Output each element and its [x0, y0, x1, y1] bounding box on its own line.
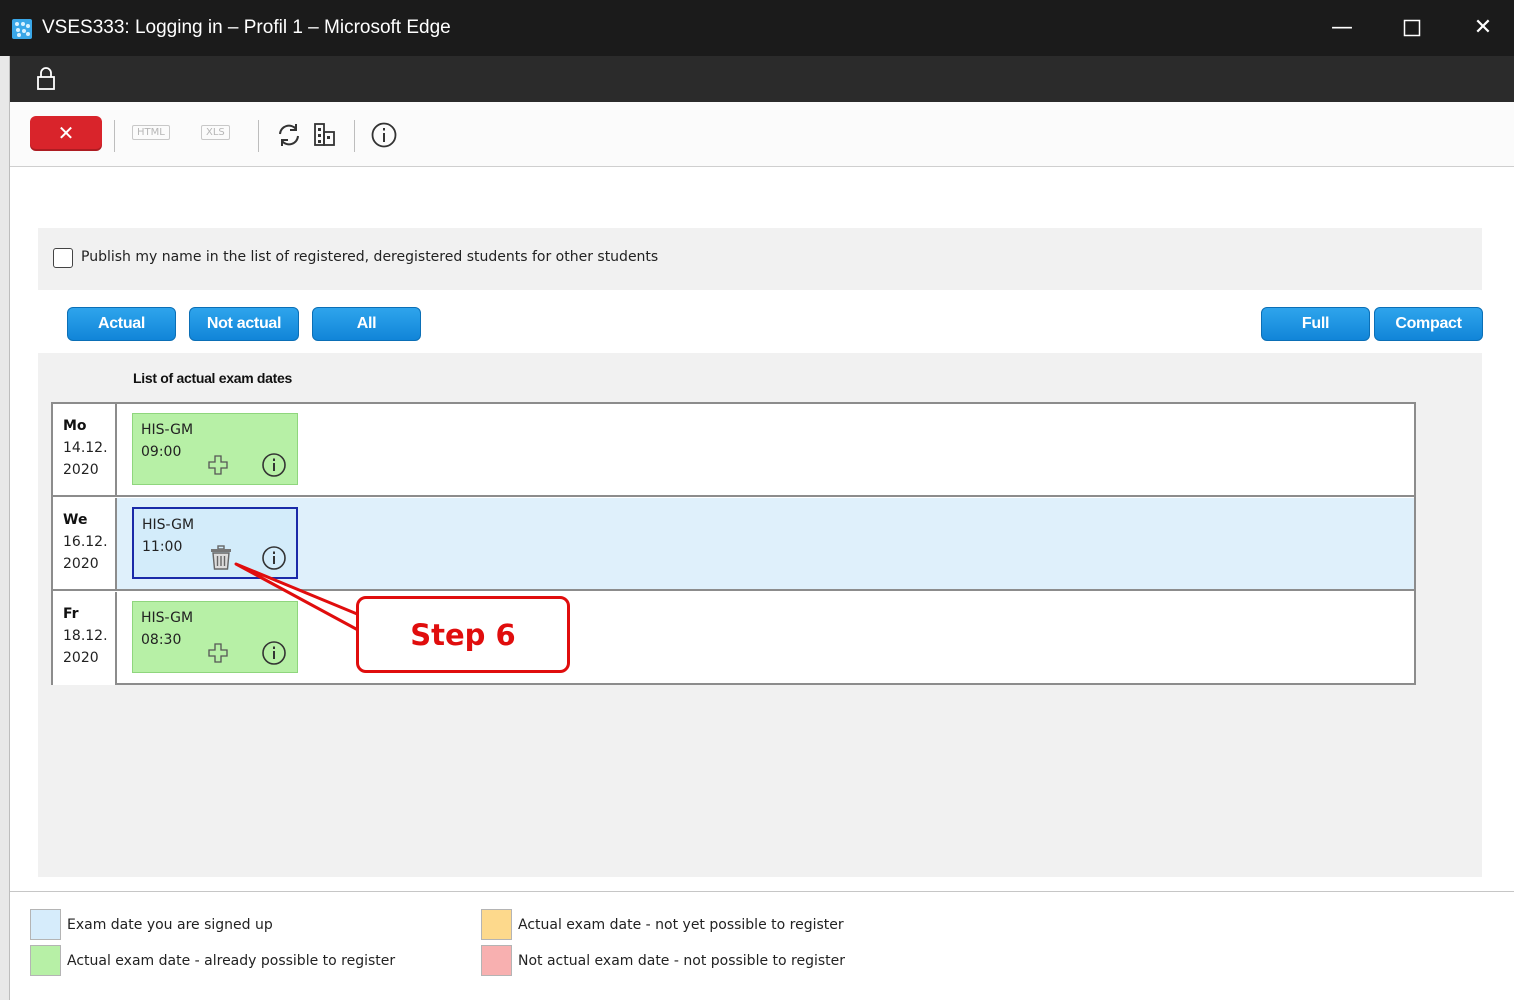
legend-swatch-signed-up	[30, 909, 61, 940]
publish-option: Publish my name in the list of registere…	[38, 228, 1482, 290]
info-icon[interactable]	[261, 640, 287, 666]
publish-label: Publish my name in the list of registere…	[81, 249, 659, 265]
legend-divider	[10, 891, 1514, 892]
exam-slot[interactable]: HIS-GM 09:00	[132, 413, 298, 485]
window-title: VSES333: Logging in – Profil 1 – Microso…	[42, 17, 451, 38]
publish-checkbox[interactable]	[53, 248, 73, 268]
exam-code: HIS-GM	[141, 610, 194, 626]
filter-actual-button[interactable]: Actual	[67, 307, 176, 341]
year: 2020	[63, 462, 99, 478]
legend-label: Exam date you are signed up	[67, 917, 273, 933]
address-bar	[10, 56, 1514, 102]
close-button[interactable]: ✕	[30, 116, 102, 151]
exam-time: 11:00	[142, 539, 183, 555]
legend-swatch-not-yet	[481, 909, 512, 940]
info-icon[interactable]	[261, 452, 287, 478]
trash-icon[interactable]	[209, 545, 233, 571]
html-export-button[interactable]: HTML	[132, 125, 170, 140]
legend-label: Actual exam date - already possible to r…	[67, 953, 396, 969]
close-window-button[interactable]: ✕	[1463, 10, 1503, 46]
info-icon[interactable]	[370, 121, 398, 149]
lock-icon	[37, 67, 55, 90]
exam-slot[interactable]: HIS-GM 08:30	[132, 601, 298, 673]
exam-time: 09:00	[141, 444, 182, 460]
list-title: List of actual exam dates	[133, 370, 293, 386]
toolbar-divider	[114, 120, 115, 152]
building-icon[interactable]	[312, 122, 338, 148]
xls-export-button[interactable]: XLS	[201, 125, 230, 140]
legend-swatch-not-actual	[481, 945, 512, 976]
app-toolbar: ✕ HTML XLS	[10, 102, 1514, 167]
exam-time: 08:30	[141, 632, 182, 648]
date: 16.12.	[63, 534, 108, 550]
plus-icon[interactable]	[207, 642, 229, 664]
day-cell: Fr 18.12. 2020	[53, 592, 117, 685]
weekday: Mo	[63, 418, 87, 434]
minimize-button[interactable]: —	[1322, 10, 1362, 46]
info-icon[interactable]	[261, 545, 287, 571]
legend-label: Not actual exam date - not possible to r…	[518, 953, 846, 969]
plus-icon[interactable]	[207, 454, 229, 476]
app-icon	[12, 19, 32, 39]
date: 18.12.	[63, 628, 108, 644]
year: 2020	[63, 650, 99, 666]
toolbar-divider	[354, 120, 355, 152]
view-compact-button[interactable]: Compact	[1374, 307, 1483, 341]
legend-swatch-can-register	[30, 945, 61, 976]
day-cell: Mo 14.12. 2020	[53, 404, 117, 495]
date: 14.12.	[63, 440, 108, 456]
step-callout: Step 6	[356, 596, 570, 673]
table-row: Mo 14.12. 2020 HIS-GM 09:00	[53, 404, 1414, 497]
window-left-edge	[0, 0, 10, 1000]
filter-all-button[interactable]: All	[312, 307, 421, 341]
weekday: Fr	[63, 606, 79, 622]
filter-not-actual-button[interactable]: Not actual	[189, 307, 299, 341]
window-titlebar: VSES333: Logging in – Profil 1 – Microso…	[0, 0, 1514, 56]
table-row: We 16.12. 2020 HIS-GM 11:00	[53, 498, 1414, 591]
weekday: We	[63, 512, 88, 528]
table-row: Fr 18.12. 2020 HIS-GM 08:30	[53, 592, 1414, 685]
exam-code: HIS-GM	[142, 517, 195, 533]
maximize-icon	[1403, 19, 1421, 37]
year: 2020	[63, 556, 99, 572]
view-full-button[interactable]: Full	[1261, 307, 1370, 341]
legend-label: Actual exam date - not yet possible to r…	[518, 917, 844, 933]
exam-code: HIS-GM	[141, 422, 194, 438]
toolbar-divider	[258, 120, 259, 152]
exam-slot-signed-up[interactable]: HIS-GM 11:00	[132, 507, 298, 579]
maximize-button[interactable]	[1392, 10, 1432, 46]
day-cell: We 16.12. 2020	[53, 498, 117, 589]
refresh-icon[interactable]	[274, 120, 304, 150]
exam-dates-table: Mo 14.12. 2020 HIS-GM 09:00 We 16.12. 20…	[51, 402, 1416, 685]
